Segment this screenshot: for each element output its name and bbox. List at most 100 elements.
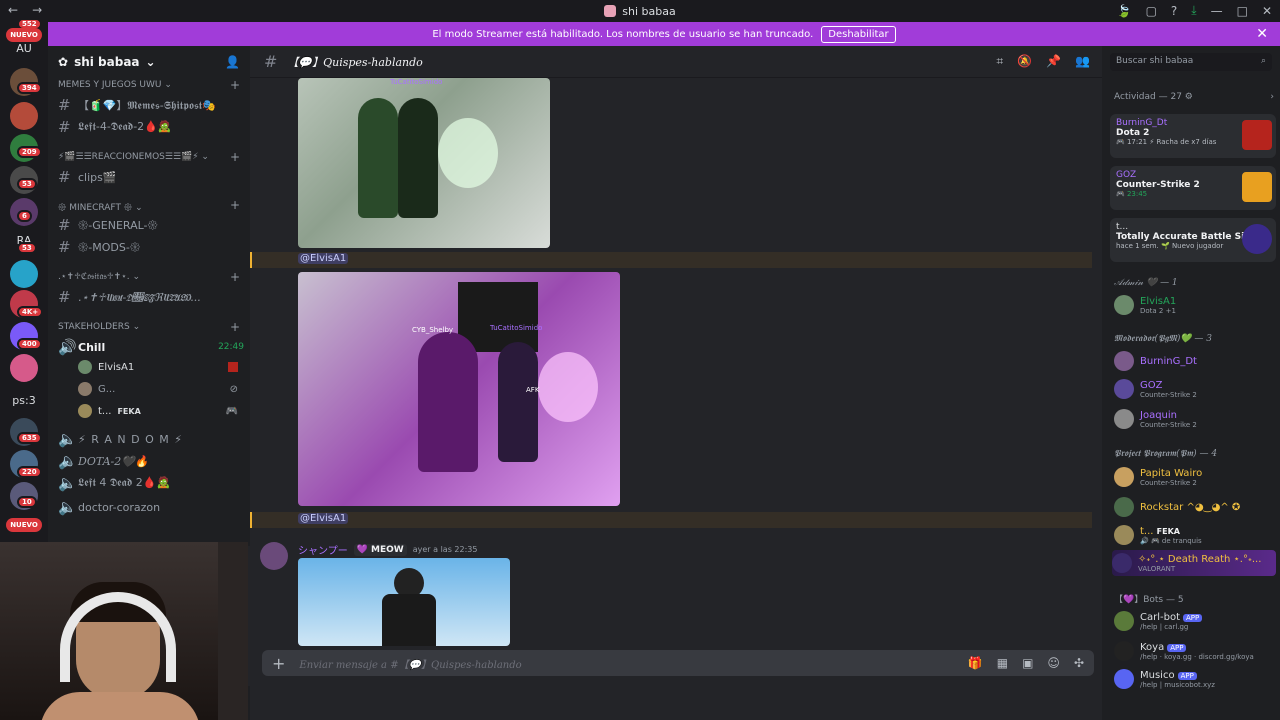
- message-avatar[interactable]: [260, 542, 288, 570]
- category-header[interactable]: ⚡🎬☰☰REACCIONEMOS☰☰🎬⚡ ⌄ +: [58, 150, 240, 164]
- server-icon[interactable]: [10, 354, 38, 382]
- channel-name: 𑁍-MODS-𑁍: [78, 240, 141, 254]
- plus-icon[interactable]: +: [272, 654, 285, 673]
- members-icon[interactable]: 👥: [1075, 54, 1090, 69]
- voice-channel-chill[interactable]: 🔊 Chill 22:49: [58, 338, 244, 356]
- avatar: [1114, 669, 1134, 689]
- member-item[interactable]: Carl-bot APP/help | carl.gg: [1114, 608, 1274, 634]
- category-name: .⋆✝︎♱ℭ𝔬𝔰𝔦𝔱𝔞𝔰♱✝︎⋆.: [58, 272, 130, 282]
- add-channel-icon[interactable]: +: [230, 150, 240, 164]
- hash-icon: #: [58, 118, 71, 136]
- attachment-image[interactable]: TuCatitoSimido: [298, 78, 550, 248]
- activity-card[interactable]: t... Totally Accurate Battle Si... hace …: [1110, 218, 1276, 262]
- maximize-icon[interactable]: □: [1237, 4, 1248, 18]
- activity-card[interactable]: BurninG_Dt Dota 2 🎮 17:21 ⚡ Racha de x7 …: [1110, 114, 1276, 158]
- chevron-down-icon: ⌄: [145, 55, 156, 69]
- inbox-icon[interactable]: ▢: [1146, 4, 1157, 18]
- user-mention[interactable]: @ElvisA1: [298, 253, 349, 264]
- input-tools: 🎁 ▦ ▣ ☺ ✣: [968, 656, 1084, 670]
- add-channel-icon[interactable]: +: [230, 78, 240, 92]
- mention-badge: 400: [17, 338, 42, 350]
- category-header[interactable]: STAKEHOLDERS ⌄ +: [58, 320, 240, 334]
- disable-button[interactable]: Deshabilitar: [821, 25, 896, 43]
- attachment-image[interactable]: CYB_Shelby TuCatitoSimido AFK: [298, 272, 620, 506]
- member-status: Counter-Strike 2: [1140, 478, 1197, 487]
- channel-item[interactable]: # 𑁍-MODS-𑁍: [58, 238, 244, 256]
- leaf-icon[interactable]: 🍃: [1117, 4, 1132, 18]
- member-item[interactable]: BurninG_Dt: [1114, 348, 1274, 374]
- voice-channel[interactable]: 🔈 DOTA-2🖤🔥: [58, 452, 244, 470]
- pin-icon[interactable]: 📌: [1046, 54, 1061, 69]
- voice-channel[interactable]: 🔈 ⚡ R A N D O M ⚡: [58, 430, 244, 448]
- channel-item[interactable]: # 𝕷𝖊𝖋𝖙-4-𝕯𝖊𝖆𝖉-2🩸🧟: [58, 118, 244, 136]
- search-input[interactable]: Buscar shi babaa ⌕: [1110, 53, 1272, 71]
- member-item[interactable]: Musico APP/help | musicobot.xyz: [1114, 666, 1274, 692]
- mute-bell-icon[interactable]: 🔕: [1017, 54, 1032, 69]
- server-icon[interactable]: [10, 260, 38, 288]
- voice-user[interactable]: G... ⊘: [78, 382, 238, 396]
- add-channel-icon[interactable]: +: [230, 198, 240, 212]
- server-icon[interactable]: [10, 102, 38, 130]
- category-header[interactable]: .⋆✝︎♱ℭ𝔬𝔰𝔦𝔱𝔞𝔰♱✝︎⋆. ⌄ +: [58, 270, 240, 284]
- sticker-icon[interactable]: ▣: [1022, 656, 1033, 670]
- voice-user[interactable]: t... FEKA 🎮: [78, 404, 238, 418]
- add-member-icon[interactable]: 👤: [225, 55, 240, 69]
- threads-icon[interactable]: ⌗: [996, 54, 1003, 69]
- help-icon[interactable]: ?: [1171, 4, 1177, 18]
- apps-icon[interactable]: ✣: [1074, 656, 1084, 670]
- attachment-image[interactable]: [298, 558, 510, 646]
- activity-card[interactable]: GOZ Counter-Strike 2 🎮 23:45: [1110, 166, 1276, 210]
- server-header[interactable]: ✿ shi babaa ⌄ 👤: [48, 46, 250, 78]
- member-item[interactable]: Papita Wairo Counter-Strike 2: [1114, 464, 1274, 490]
- message-input[interactable]: + Enviar mensaje a #【💬】Quispes-hablando …: [262, 650, 1094, 676]
- close-window-icon[interactable]: ✕: [1262, 4, 1272, 18]
- voice-user[interactable]: ElvisA1: [78, 360, 238, 374]
- voice-channel[interactable]: 🔈 doctor-corazon: [58, 498, 244, 516]
- forward-arrow-icon[interactable]: →: [32, 3, 42, 17]
- gift-icon[interactable]: 🎁: [968, 656, 983, 670]
- hash-icon: #: [58, 288, 71, 306]
- emoji-icon[interactable]: ☺: [1047, 656, 1060, 670]
- channel-item[interactable]: # clips🎬: [58, 168, 244, 186]
- member-item[interactable]: Joaquin Counter-Strike 2: [1114, 406, 1274, 432]
- voice-channel[interactable]: 🔈 𝕷𝖊𝖋𝖙 4 𝕯𝖊𝖆𝖉 2🩸🧟: [58, 474, 244, 492]
- add-channel-icon[interactable]: +: [230, 270, 240, 284]
- mention-highlight: @ElvisA1: [250, 512, 1092, 528]
- activity-header[interactable]: Actividad — 27 ⚙ ›: [1114, 92, 1274, 102]
- activity-title: Actividad — 27: [1114, 92, 1182, 102]
- member-item[interactable]: Koya APP/help · koya.gg · discord.gg/koya: [1114, 638, 1274, 664]
- voice-timer: 22:49: [218, 342, 244, 352]
- back-arrow-icon[interactable]: ←: [8, 3, 18, 17]
- member-name: Joaquin: [1140, 409, 1177, 421]
- server-folder-au[interactable]: AU: [4, 42, 44, 55]
- member-item[interactable]: ElvisA1 Dota 2 +1: [1114, 292, 1274, 318]
- dota-logo-icon: [1242, 120, 1272, 150]
- role-header: 𝕻𝖗𝖔𝖏𝖊𝖈𝖙 𝕻𝖗𝖔𝖌𝖗𝖆𝖒(𝕻𝖒) — 4: [1114, 449, 1218, 459]
- mention-badge: 4K+: [17, 306, 44, 318]
- member-item[interactable]: ✧˖°.⋆ Death Reath ⋆.°˖... VALORANT: [1112, 550, 1276, 576]
- character-figure: [358, 98, 398, 218]
- webcam-overlay: [0, 542, 248, 720]
- close-icon[interactable]: ✕: [1256, 26, 1268, 42]
- channel-item[interactable]: # .⋆✝︎♱𝔘𝔴𝔲-𝔇𝔌𝔖𝔉ℜ𝔘𝔗𝔄𝔏𝔒...: [58, 288, 244, 306]
- user-mention[interactable]: @ElvisA1: [298, 513, 349, 524]
- channel-item[interactable]: # 𑁍-GENERAL-𑁍: [58, 216, 244, 234]
- add-channel-icon[interactable]: +: [230, 320, 240, 334]
- category-header[interactable]: 𑁍 MINECRAFT 𑁍 ⌄ +: [58, 198, 240, 213]
- server-name: shi babaa: [74, 55, 140, 69]
- member-item[interactable]: t... FEKA 🔊 🎮 de tranquis: [1114, 522, 1274, 548]
- member-item[interactable]: GOZ Counter-Strike 2: [1114, 376, 1274, 402]
- avatar: [1114, 497, 1134, 517]
- server-folder-ps[interactable]: ps:3: [4, 394, 44, 407]
- member-item[interactable]: Rockstar ^◕‿◕^ ✪: [1114, 494, 1274, 520]
- gif-icon[interactable]: ▦: [997, 656, 1008, 670]
- category-header[interactable]: MEMES Y JUEGOS UWU ⌄ +: [58, 78, 240, 92]
- window-title: shi babaa: [604, 5, 676, 18]
- minimize-icon[interactable]: —: [1211, 4, 1223, 18]
- download-icon[interactable]: ⤓: [1191, 3, 1196, 18]
- mention-badge: 635: [17, 432, 42, 444]
- author-name[interactable]: シャンプー: [298, 542, 348, 557]
- member-status: 🔊 🎮 de tranquis: [1140, 536, 1202, 545]
- character-figure: [398, 98, 438, 218]
- channel-item[interactable]: # 【🧃💎】𝕸𝖊𝖒𝖊𝖘-𝕾𝖍𝖎𝖙𝖕𝖔𝖘𝖙🎭: [58, 96, 244, 114]
